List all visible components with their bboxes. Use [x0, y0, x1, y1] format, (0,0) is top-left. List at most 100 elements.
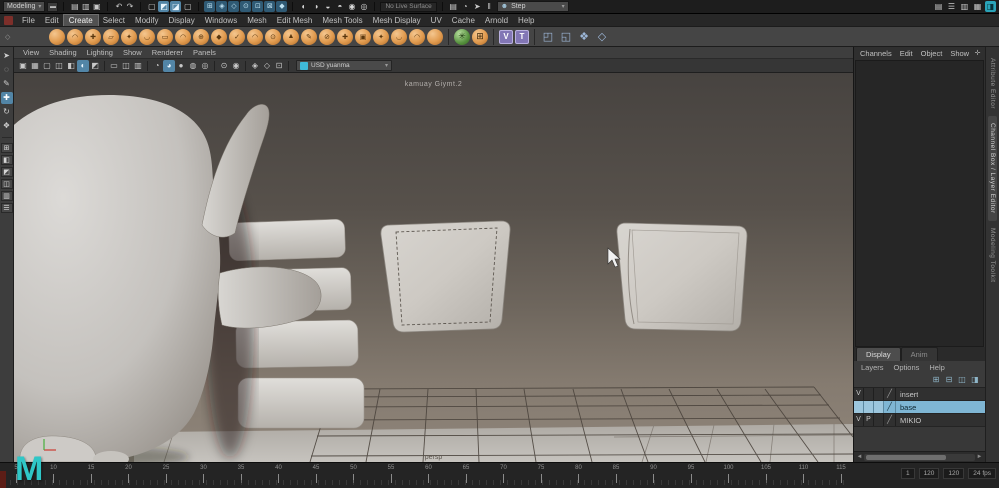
shelf-tool-icon[interactable]: ◡ [139, 28, 155, 45]
shelf-tab-icon[interactable]: ◇ [2, 33, 48, 41]
tool-icon[interactable]: ➤ [1, 50, 13, 62]
shelf-tool-icon[interactable] [49, 28, 65, 45]
layer-visibility-toggle[interactable]: V [854, 414, 864, 426]
layer-row[interactable]: ╱ base [854, 401, 985, 414]
panel-toolbar-icon[interactable]: ◫ [120, 60, 132, 72]
playback-field[interactable]: 120 [918, 468, 940, 479]
file-icon[interactable]: ▤ [69, 1, 80, 12]
menu-item[interactable]: UV [426, 15, 447, 26]
sidebar-toggle-icon[interactable]: ◨ [985, 1, 996, 12]
shelf-tool-icon[interactable]: V [499, 29, 513, 44]
panel-toolbar-icon[interactable]: ◕ [163, 59, 175, 72]
panel-menu-item[interactable]: Lighting [82, 48, 118, 57]
shelf-tool-icon[interactable]: ▣ [355, 28, 371, 45]
scrollbar-track[interactable] [864, 453, 975, 461]
shelf-tool-icon[interactable]: ▲ [283, 28, 299, 45]
layer-editor-tab[interactable]: Anim [900, 347, 938, 361]
sidebar-tab[interactable]: Attribute Editor [988, 51, 997, 116]
layer-name[interactable]: MIKIO [896, 414, 921, 426]
layer-color-swatch[interactable]: ╱ [884, 388, 896, 400]
status-misc-icon[interactable]: ▤ [448, 1, 459, 12]
menu-item[interactable]: Cache [447, 15, 480, 26]
layout-button[interactable]: ▥ [0, 191, 13, 201]
viewport-filter-dropdown[interactable]: USD yuanma ▾ [296, 60, 392, 71]
panel-menu-item[interactable]: Shading [44, 48, 82, 57]
layout-button[interactable]: ⊞ [0, 143, 13, 153]
panel-menu-item[interactable]: View [18, 48, 44, 57]
status-misc-icon[interactable]: ◔ [460, 1, 471, 12]
status-misc-icon[interactable]: ➤ [472, 1, 483, 12]
layer-display-toggle[interactable] [874, 401, 884, 413]
undo-redo-icon[interactable]: ↷ [124, 1, 135, 12]
sidebar-toggle-icon[interactable]: ▥ [959, 1, 970, 12]
layer-editor-menu-item[interactable]: Help [924, 363, 949, 372]
layer-toolbar-icon[interactable]: ◨ [970, 375, 980, 385]
horizontal-scrollbar[interactable]: ◄ ► [854, 451, 985, 462]
statusline-collapse-button[interactable]: ▬ [47, 1, 59, 12]
render-icon[interactable]: ◐ [298, 1, 309, 12]
shelf-tool-icon[interactable]: ⊕ [193, 28, 209, 45]
channel-box-corner-icon[interactable]: ✛ [973, 48, 982, 59]
menu-item[interactable]: Arnold [480, 15, 513, 26]
scrollbar-thumb[interactable] [866, 454, 947, 460]
snap-icon[interactable]: ◈ [216, 1, 228, 12]
shelf-tool-icon[interactable]: ◰ [540, 29, 556, 45]
panel-toolbar-icon[interactable]: ⊡ [273, 60, 285, 72]
sidebar-tab[interactable]: Channel Box / Layer Editor [988, 116, 997, 221]
shelf-tool-icon[interactable]: ◠ [247, 28, 263, 45]
layer-playback-toggle[interactable]: P [864, 414, 874, 426]
snap-icon[interactable]: ⊠ [264, 1, 276, 12]
layer-color-swatch[interactable]: ╱ [884, 414, 896, 426]
render-icon[interactable]: ◎ [358, 1, 369, 12]
sidebar-toggle-icon[interactable]: ▦ [972, 1, 983, 12]
sidebar-tab[interactable]: Modeling Toolkit [988, 221, 997, 290]
panel-toolbar-icon[interactable]: ◩ [89, 60, 101, 72]
layer-editor-menu-item[interactable]: Layers [856, 363, 889, 372]
panel-toolbar-icon[interactable] [104, 60, 105, 71]
shelf-tool-icon[interactable]: ✦ [373, 28, 389, 45]
menu-item[interactable]: Help [513, 15, 539, 26]
panel-toolbar-icon[interactable] [147, 60, 148, 71]
channel-box-list[interactable] [855, 60, 984, 347]
shelf-tool-icon[interactable]: ◠ [175, 28, 191, 45]
selection-mask-icon[interactable]: ◪ [170, 1, 182, 12]
shelf-tool-icon[interactable]: T [515, 29, 529, 44]
panel-toolbar-icon[interactable]: ◉ [230, 60, 242, 72]
layer-toolbar-icon[interactable]: ⊟ [944, 375, 954, 385]
layout-button[interactable]: ◫ [0, 179, 13, 189]
shelf-tool-icon[interactable]: ⊘ [319, 28, 335, 45]
menu-item[interactable]: Display [164, 15, 200, 26]
panel-toolbar-icon[interactable] [245, 60, 246, 71]
shelf-tool-icon[interactable] [534, 28, 535, 45]
layer-name[interactable]: insert [896, 388, 918, 400]
shelf-tool-icon[interactable]: ✳ [454, 28, 470, 45]
tool-icon[interactable]: ✚ [0, 92, 13, 104]
live-surface-field[interactable]: No Live Surface [380, 1, 437, 12]
shelf-tool-icon[interactable]: ▱ [103, 28, 119, 45]
menu-item[interactable]: Select [98, 15, 130, 26]
menu-item[interactable]: Mesh [242, 15, 272, 26]
render-icon[interactable]: ◉ [346, 1, 357, 12]
current-frame-marker[interactable] [0, 471, 6, 488]
snap-icon[interactable]: ◆ [276, 1, 288, 12]
menu-item[interactable]: Modify [130, 15, 164, 26]
layout-button[interactable]: ◧ [0, 155, 13, 165]
panel-toolbar-icon[interactable]: ● [175, 60, 187, 72]
panel-toolbar-icon[interactable] [214, 60, 215, 71]
layer-display-toggle[interactable] [874, 414, 884, 426]
panel-toolbar-icon[interactable]: ◍ [187, 60, 199, 72]
selection-mask-icon[interactable]: ▢ [146, 1, 157, 12]
panel-toolbar-icon[interactable]: ◐ [77, 59, 89, 72]
layer-name[interactable]: base [896, 401, 916, 413]
shelf-tool-icon[interactable] [427, 28, 443, 45]
tool-icon[interactable]: ❖ [1, 120, 13, 132]
sidebar-toggle-icon[interactable]: ▤ [933, 1, 944, 12]
snap-icon[interactable]: ⊙ [240, 1, 252, 12]
timeline-ticks[interactable]: 5 10 15 20 25 30 35 40 45 50 55 60 65 70… [10, 465, 847, 486]
tool-icon[interactable]: ✎ [1, 78, 13, 90]
selection-mask-icon[interactable]: ▢ [182, 1, 193, 12]
panel-toolbar-icon[interactable]: ◈ [249, 60, 261, 72]
panel-menu-item[interactable]: Show [118, 48, 147, 57]
panel-toolbar-icon[interactable] [288, 60, 289, 71]
scroll-right-icon[interactable]: ► [975, 454, 984, 460]
